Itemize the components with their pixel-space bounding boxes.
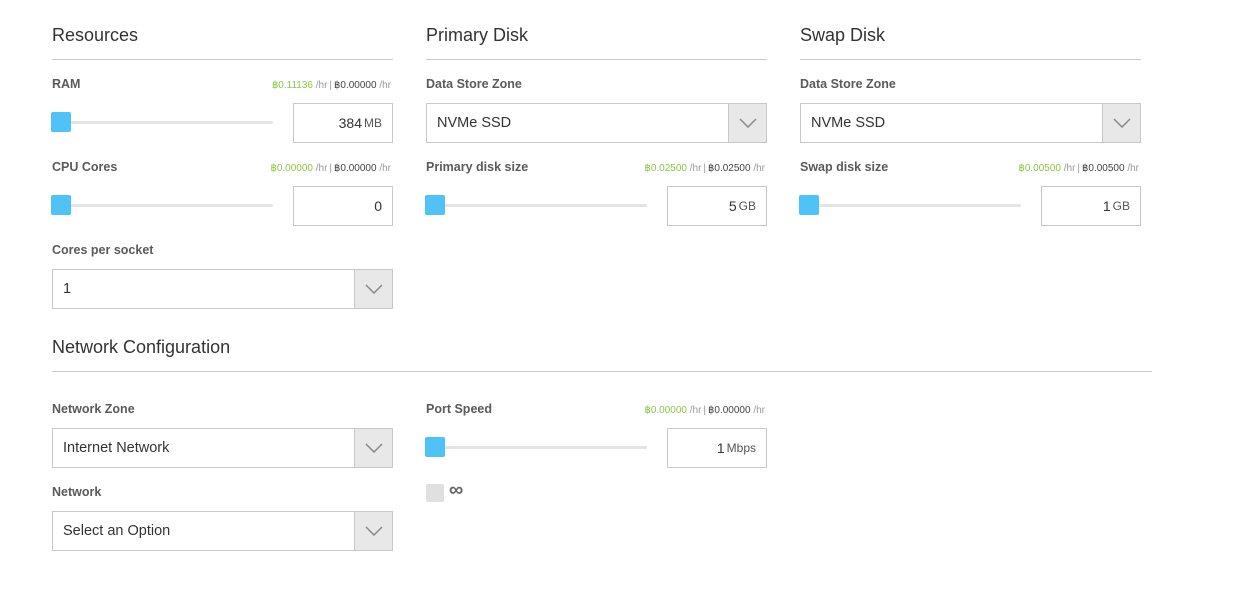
swap-price-unit: /hr (1063, 163, 1076, 174)
primary-disk-slider-track[interactable] (426, 204, 647, 207)
resources-title: Resources (52, 25, 139, 45)
primary-price-max: ฿0.02500 (708, 163, 751, 174)
primary-disk-size-value: 5 (728, 198, 737, 214)
cores-per-socket-label: Cores per socket (52, 243, 154, 257)
swap-disk-size-input[interactable]: 1 GB (1041, 186, 1141, 226)
unlimited-port-checkbox[interactable] (426, 484, 444, 502)
cpu-cores-label: CPU Cores (52, 160, 118, 174)
ram-price-now: ฿0.11136 (271, 80, 313, 91)
cpu-price: ฿0.00000 /hr | ฿0.00000 /hr (270, 163, 391, 174)
cpu-cores-input[interactable]: 0 (293, 186, 393, 226)
cpu-slider-track[interactable] (52, 204, 273, 207)
cores-per-socket-select[interactable]: 1 (52, 269, 393, 309)
swap-disk-slider-handle[interactable] (799, 195, 819, 215)
swap-disk-slider-track[interactable] (800, 204, 1021, 207)
swap-price-max: ฿0.00500 (1082, 163, 1125, 174)
resources-divider (52, 59, 393, 60)
primary-disk-title: Primary Disk (426, 25, 528, 45)
port-speed-slider-handle[interactable] (425, 437, 445, 457)
port-speed-input[interactable]: 1 Mbps (667, 428, 767, 468)
port-price-unit: /hr (689, 405, 702, 416)
primary-disk-price: ฿0.02500 /hr | ฿0.02500 /hr (644, 163, 765, 174)
primary-disk-size-unit: GB (738, 199, 756, 213)
port-price-max-unit: /hr (753, 405, 765, 416)
chevron-down-icon[interactable] (354, 270, 392, 308)
port-speed-label: Port Speed (426, 402, 492, 416)
chevron-down-icon[interactable] (354, 512, 392, 550)
swap-zone-value: NVMe SSD (811, 115, 886, 131)
port-price-max: ฿0.00000 (708, 405, 751, 416)
ram-value: 384 (338, 115, 362, 131)
swap-disk-size-label: Swap disk size (800, 160, 889, 174)
chevron-down-icon[interactable] (354, 429, 392, 467)
cpu-cores-value: 0 (374, 198, 382, 214)
network-zone-select[interactable]: Internet Network (52, 428, 393, 468)
cpu-price-max-unit: /hr (379, 163, 391, 174)
infinity-icon: ∞ (449, 479, 464, 501)
network-select[interactable]: Select an Option (52, 511, 393, 551)
network-zone-value: Internet Network (63, 440, 170, 456)
primary-price-unit: /hr (689, 163, 702, 174)
cpu-slider-handle[interactable] (51, 195, 71, 215)
network-label: Network (52, 485, 102, 499)
swap-disk-price: ฿0.00500 /hr | ฿0.00500 /hr (1018, 163, 1139, 174)
primary-zone-label: Data Store Zone (426, 77, 522, 91)
primary-disk-divider (426, 59, 767, 60)
port-speed-value: 1 (716, 440, 725, 456)
port-speed-unit: Mbps (726, 441, 756, 455)
primary-disk-size-input[interactable]: 5 GB (667, 186, 767, 226)
primary-zone-select[interactable]: NVMe SSD (426, 103, 767, 143)
cpu-price-unit: /hr (315, 163, 328, 174)
ram-unit: MB (364, 116, 382, 130)
ram-slider-handle[interactable] (51, 112, 71, 132)
swap-disk-size-value: 1 (1102, 198, 1111, 214)
cpu-price-now: ฿0.00000 (270, 163, 313, 174)
primary-disk-slider-handle[interactable] (425, 195, 445, 215)
ram-price: ฿0.11136 /hr | ฿0.00000 /hr (271, 80, 391, 91)
network-config-divider (52, 371, 1152, 372)
ram-label: RAM (52, 77, 81, 91)
ram-price-max: ฿0.00000 (334, 80, 377, 91)
swap-zone-select[interactable]: NVMe SSD (800, 103, 1141, 143)
ram-slider-track[interactable] (52, 121, 273, 124)
network-zone-label: Network Zone (52, 402, 135, 416)
chevron-down-icon[interactable] (1102, 104, 1140, 142)
port-speed-price: ฿0.00000 /hr | ฿0.00000 /hr (644, 405, 765, 416)
port-speed-slider-track[interactable] (426, 446, 647, 449)
primary-disk-size-label: Primary disk size (426, 160, 529, 174)
chevron-down-icon[interactable] (728, 104, 766, 142)
ram-price-max-unit: /hr (379, 80, 391, 91)
primary-zone-value: NVMe SSD (437, 115, 512, 131)
swap-price-now: ฿0.00500 (1018, 163, 1061, 174)
network-config-title: Network Configuration (52, 337, 231, 357)
cpu-price-max: ฿0.00000 (334, 163, 377, 174)
primary-price-now: ฿0.02500 (644, 163, 687, 174)
ram-price-unit: /hr (315, 80, 328, 91)
ram-input[interactable]: 384 MB (293, 103, 393, 143)
swap-disk-title: Swap Disk (800, 25, 886, 45)
swap-price-max-unit: /hr (1127, 163, 1139, 174)
cores-per-socket-value: 1 (63, 281, 72, 297)
swap-disk-divider (800, 59, 1141, 60)
primary-price-max-unit: /hr (753, 163, 765, 174)
network-value: Select an Option (63, 523, 171, 539)
swap-disk-size-unit: GB (1112, 199, 1130, 213)
swap-zone-label: Data Store Zone (800, 77, 896, 91)
port-price-now: ฿0.00000 (644, 405, 687, 416)
